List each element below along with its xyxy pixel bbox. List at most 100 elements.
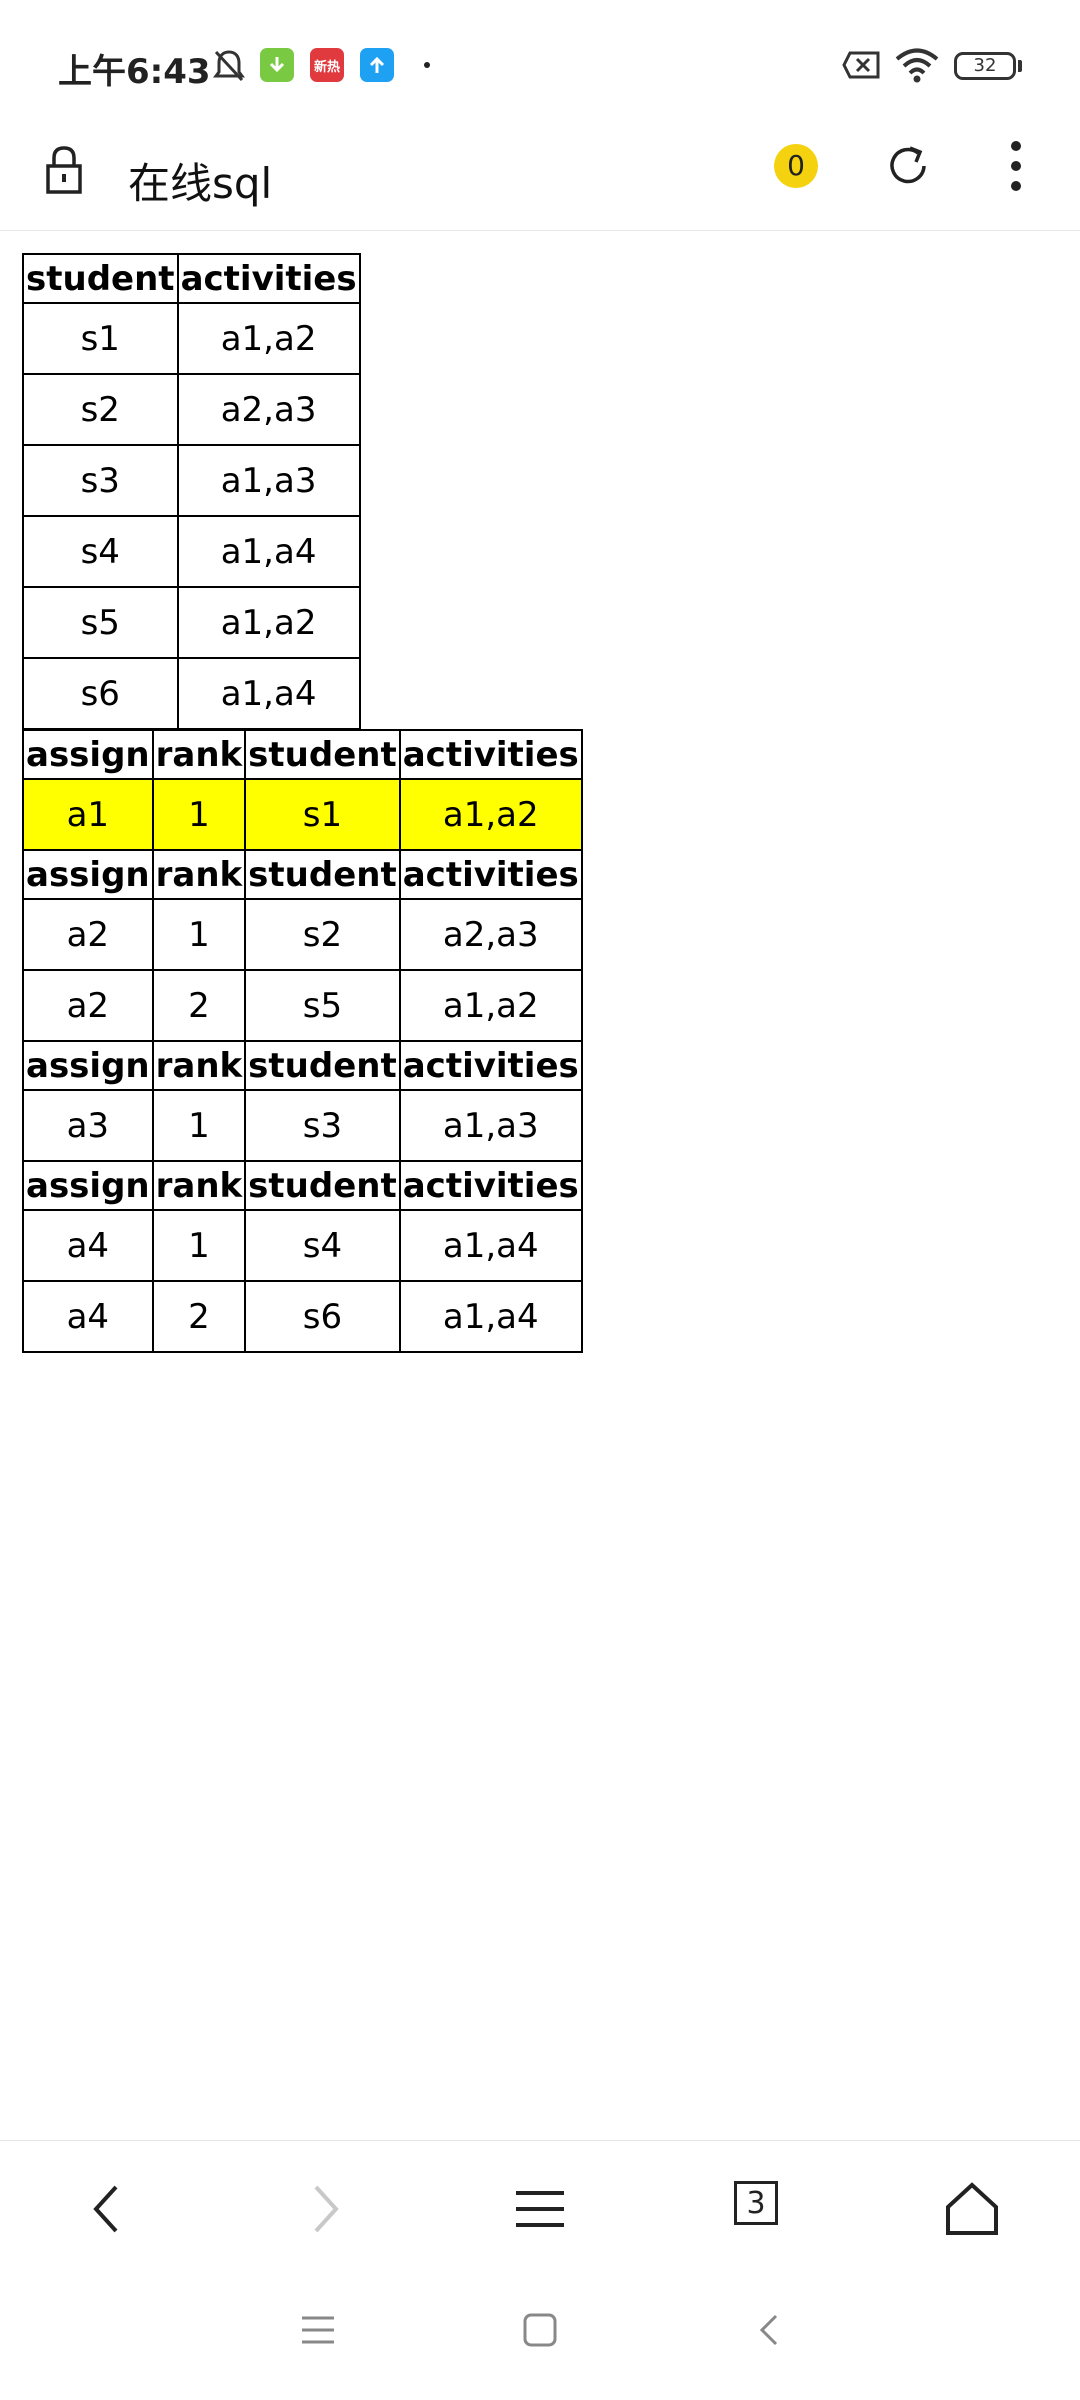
browser-bottom-toolbar: 3 [0,2140,1080,2271]
browser-title-bar: 在线sql 0 [0,132,1080,231]
system-navigation-bar [0,2270,1080,2400]
cell-activities: a1,a4 [176,515,361,588]
sim-error-icon [842,51,880,79]
cell-activities: a2,a3 [176,373,361,446]
cell-assign: a1 [22,778,154,851]
header-rank: rank [151,849,247,900]
header-activities: activities [398,1160,583,1211]
header-student: student [244,849,401,900]
cell-assign: a2 [22,898,154,971]
header-activities: activities [398,849,583,900]
recent-apps-icon[interactable] [300,2312,336,2348]
cell-student: s6 [244,1280,401,1353]
news-app-icon: 新热 [310,48,344,82]
system-home-icon[interactable] [522,2312,558,2348]
table-header-row: assign rank student activities [22,1040,583,1091]
cell-activities: a1,a2 [176,586,361,659]
cell-student: s2 [22,373,179,446]
table-row: s6 a1,a4 [22,657,361,730]
table-row: s3 a1,a3 [22,444,361,517]
cell-activities: a1,a4 [398,1209,583,1282]
cell-activities: a1,a2 [398,778,583,851]
cell-assign: a3 [22,1089,154,1162]
cell-rank: 2 [151,969,247,1042]
status-time: 上午6:43 [58,52,211,92]
cell-student: s2 [244,898,401,971]
header-student: student [22,253,179,304]
assignment-ranking-table: assign rank student activities a1 1 s1 a… [22,729,583,1353]
header-rank: rank [151,1040,247,1091]
tabs-count-button[interactable]: 3 [734,2181,778,2225]
cell-student: s5 [22,586,179,659]
table-row: s2 a2,a3 [22,373,361,446]
bell-muted-icon [213,50,245,82]
page-title: 在线sql [128,159,273,208]
cell-rank: 1 [151,1209,247,1282]
battery-nub [1018,60,1022,72]
cell-student: s3 [22,444,179,517]
cell-rank: 1 [151,898,247,971]
header-student: student [244,1160,401,1211]
cell-student: s4 [22,515,179,588]
table-row: s1 a1,a2 [22,302,361,375]
news-app-label: 新热 [313,59,340,75]
cell-assign: a4 [22,1280,154,1353]
table-header-row: assign rank student activities [22,1160,583,1211]
more-menu-icon[interactable] [1008,140,1024,192]
home-icon[interactable] [942,2179,1002,2239]
refresh-icon[interactable] [884,142,932,190]
cell-activities: a1,a2 [176,302,361,375]
header-student: student [244,729,401,780]
highlighted-table-row: a1 1 s1 a1,a2 [22,778,583,851]
table-row: a4 2 s6 a1,a4 [22,1280,583,1353]
header-activities: activities [398,1040,583,1091]
header-assign: assign [22,849,154,900]
status-bar: 上午6:43 新热 32 [0,0,1080,132]
hamburger-menu-icon[interactable] [510,2179,570,2239]
header-activities: activities [176,253,361,304]
table-header-row: assign rank student activities [22,729,583,780]
upload-app-icon [360,48,394,82]
cell-rank: 2 [151,1280,247,1353]
cell-student: s6 [22,657,179,730]
cell-activities: a1,a2 [398,969,583,1042]
cell-activities: a2,a3 [398,898,583,971]
lock-icon[interactable] [44,144,84,196]
cell-student: s1 [244,778,401,851]
table-header-row: student activities [22,253,361,304]
header-assign: assign [22,1040,154,1091]
table-header-row: assign rank student activities [22,849,583,900]
system-back-icon[interactable] [752,2312,788,2348]
table-row: a3 1 s3 a1,a3 [22,1089,583,1162]
cell-rank: 1 [151,1089,247,1162]
table-row: a2 1 s2 a2,a3 [22,898,583,971]
cell-student: s5 [244,969,401,1042]
table-row: s4 a1,a4 [22,515,361,588]
header-activities: activities [398,729,583,780]
cell-student: s1 [22,302,179,375]
count-badge[interactable]: 0 [774,144,818,188]
table-row: a4 1 s4 a1,a4 [22,1209,583,1282]
cell-student: s3 [244,1089,401,1162]
browser-screen: 上午6:43 新热 32 在线sql 0 student activities … [0,0,1080,2400]
table-row: s5 a1,a2 [22,586,361,659]
cell-activities: a1,a4 [398,1280,583,1353]
forward-arrow-icon[interactable] [294,2179,354,2239]
header-rank: rank [151,1160,247,1211]
cell-assign: a2 [22,969,154,1042]
download-app-icon [260,48,294,82]
cell-rank: 1 [151,778,247,851]
header-assign: assign [22,729,154,780]
header-rank: rank [151,729,247,780]
header-student: student [244,1040,401,1091]
table-row: a2 2 s5 a1,a2 [22,969,583,1042]
back-arrow-icon[interactable] [78,2179,138,2239]
header-assign: assign [22,1160,154,1211]
cell-student: s4 [244,1209,401,1282]
cell-assign: a4 [22,1209,154,1282]
wifi-icon [895,48,939,83]
student-activities-table: student activities s1 a1,a2 s2 a2,a3 s3 … [22,253,361,730]
cell-activities: a1,a3 [398,1089,583,1162]
battery-indicator: 32 [954,52,1016,80]
cell-activities: a1,a3 [176,444,361,517]
